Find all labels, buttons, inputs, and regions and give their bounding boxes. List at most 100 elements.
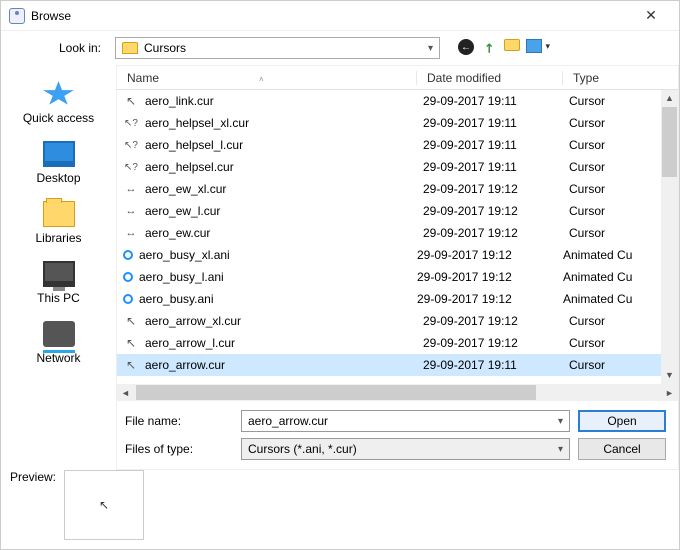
filter-dropdown[interactable]: Cursors (*.ani, *.cur) ▾ bbox=[241, 438, 570, 460]
file-row[interactable]: aero_link.cur29-09-2017 19:11Cursor bbox=[117, 90, 678, 112]
sidebar-label: Network bbox=[36, 351, 80, 365]
scroll-right-arrow-icon[interactable]: ► bbox=[661, 388, 678, 398]
column-headers: Name˄ Date modified Type bbox=[117, 66, 678, 90]
file-icon bbox=[123, 159, 139, 175]
chevron-down-icon: ▾ bbox=[558, 444, 563, 455]
views-button[interactable] bbox=[526, 39, 542, 53]
sidebar-item-libraries[interactable]: Libraries bbox=[1, 193, 116, 253]
titlebar: Browse ✕ bbox=[1, 1, 679, 31]
file-date: 29-09-2017 19:12 bbox=[417, 270, 563, 284]
file-row[interactable]: aero_arrow_l.cur29-09-2017 19:12Cursor bbox=[117, 332, 678, 354]
pc-icon bbox=[43, 261, 75, 287]
column-date[interactable]: Date modified bbox=[417, 71, 563, 85]
file-name: aero_arrow.cur bbox=[145, 358, 423, 372]
file-row[interactable]: aero_busy.ani29-09-2017 19:12Animated Cu bbox=[117, 288, 678, 310]
file-name: aero_arrow_xl.cur bbox=[145, 314, 423, 328]
file-icon bbox=[123, 137, 139, 153]
file-row[interactable]: aero_busy_l.ani29-09-2017 19:12Animated … bbox=[117, 266, 678, 288]
sidebar-label: Quick access bbox=[23, 111, 94, 125]
file-rows: aero_link.cur29-09-2017 19:11Cursoraero_… bbox=[117, 90, 678, 384]
file-name: aero_helpsel_xl.cur bbox=[145, 116, 423, 130]
chevron-down-icon: ▾ bbox=[558, 416, 563, 427]
preview-label: Preview: bbox=[10, 470, 56, 484]
file-name: aero_helpsel.cur bbox=[145, 160, 423, 174]
file-name: aero_ew_l.cur bbox=[145, 204, 423, 218]
filter-label: Files of type: bbox=[125, 442, 233, 456]
sidebar-label: Libraries bbox=[35, 231, 81, 245]
file-icon bbox=[123, 357, 139, 373]
file-date: 29-09-2017 19:11 bbox=[423, 94, 569, 108]
sidebar-item-network[interactable]: Network bbox=[1, 313, 116, 373]
file-date: 29-09-2017 19:11 bbox=[423, 116, 569, 130]
file-name: aero_busy.ani bbox=[139, 292, 417, 306]
cancel-button[interactable]: Cancel bbox=[578, 438, 666, 460]
file-name: aero_ew.cur bbox=[145, 226, 423, 240]
file-row[interactable]: aero_helpsel_xl.cur29-09-2017 19:11Curso… bbox=[117, 112, 678, 134]
scroll-thumb[interactable] bbox=[662, 107, 677, 177]
lookin-dropdown[interactable]: Cursors ▾ bbox=[115, 37, 440, 59]
sidebar-item-quick-access[interactable]: Quick access bbox=[1, 73, 116, 133]
sort-indicator-icon: ˄ bbox=[259, 75, 264, 84]
file-icon bbox=[123, 250, 133, 260]
lookin-label: Look in: bbox=[1, 41, 109, 55]
file-name: aero_busy_l.ani bbox=[139, 270, 417, 284]
scroll-up-arrow-icon[interactable]: ▲ bbox=[661, 90, 678, 107]
file-icon bbox=[123, 203, 139, 219]
file-date: 29-09-2017 19:12 bbox=[423, 204, 569, 218]
file-row[interactable]: aero_helpsel.cur29-09-2017 19:11Cursor bbox=[117, 156, 678, 178]
file-icon bbox=[123, 294, 133, 304]
lookin-row: Look in: Cursors ▾ ← ↗ bbox=[1, 31, 679, 65]
file-name: aero_arrow_l.cur bbox=[145, 336, 423, 350]
places-sidebar: Quick access Desktop Libraries This PC N… bbox=[1, 65, 116, 470]
scroll-thumb[interactable] bbox=[136, 385, 536, 400]
file-date: 29-09-2017 19:12 bbox=[417, 248, 563, 262]
window-title: Browse bbox=[31, 9, 71, 23]
file-date: 29-09-2017 19:12 bbox=[423, 182, 569, 196]
file-icon bbox=[123, 115, 139, 131]
sidebar-label: Desktop bbox=[36, 171, 80, 185]
file-icon bbox=[123, 93, 139, 109]
file-icon bbox=[123, 225, 139, 241]
preview-box: ↖ bbox=[64, 470, 144, 540]
up-one-level-button[interactable]: ↗ bbox=[476, 35, 501, 60]
sidebar-item-desktop[interactable]: Desktop bbox=[1, 133, 116, 193]
filename-value: aero_arrow.cur bbox=[248, 414, 328, 428]
scroll-left-arrow-icon[interactable]: ◄ bbox=[117, 388, 134, 398]
close-button[interactable]: ✕ bbox=[631, 7, 671, 24]
filename-input[interactable]: aero_arrow.cur ▾ bbox=[241, 410, 570, 432]
scroll-down-arrow-icon[interactable]: ▼ bbox=[661, 367, 678, 384]
filter-value: Cursors (*.ani, *.cur) bbox=[248, 442, 357, 456]
back-button[interactable]: ← bbox=[458, 39, 474, 55]
file-row[interactable]: aero_ew_l.cur29-09-2017 19:12Cursor bbox=[117, 200, 678, 222]
file-row[interactable]: aero_ew_xl.cur29-09-2017 19:12Cursor bbox=[117, 178, 678, 200]
file-row[interactable]: aero_arrow.cur29-09-2017 19:11Cursor bbox=[117, 354, 678, 376]
network-icon bbox=[43, 321, 75, 347]
vertical-scrollbar[interactable]: ▲ ▼ bbox=[661, 90, 678, 384]
app-icon bbox=[9, 8, 25, 24]
preview-area: Preview: ↖ bbox=[10, 470, 144, 540]
column-name[interactable]: Name˄ bbox=[117, 71, 417, 85]
horizontal-scrollbar[interactable]: ◄ ► bbox=[117, 384, 678, 401]
file-date: 29-09-2017 19:11 bbox=[423, 138, 569, 152]
chevron-down-icon: ▾ bbox=[428, 43, 433, 54]
sidebar-item-this-pc[interactable]: This PC bbox=[1, 253, 116, 313]
new-folder-button[interactable] bbox=[504, 39, 520, 51]
file-name: aero_helpsel_l.cur bbox=[145, 138, 423, 152]
file-date: 29-09-2017 19:12 bbox=[423, 336, 569, 350]
file-row[interactable]: aero_arrow_xl.cur29-09-2017 19:12Cursor bbox=[117, 310, 678, 332]
file-icon bbox=[123, 335, 139, 351]
bottom-controls: File name: aero_arrow.cur ▾ Open Files o… bbox=[117, 401, 678, 469]
column-type[interactable]: Type bbox=[563, 71, 678, 85]
star-icon bbox=[43, 81, 75, 107]
file-icon bbox=[123, 272, 133, 282]
file-name: aero_busy_xl.ani bbox=[139, 248, 417, 262]
lookin-value: Cursors bbox=[144, 41, 186, 55]
file-date: 29-09-2017 19:11 bbox=[423, 160, 569, 174]
file-row[interactable]: aero_ew.cur29-09-2017 19:12Cursor bbox=[117, 222, 678, 244]
sidebar-label: This PC bbox=[37, 291, 80, 305]
open-button[interactable]: Open bbox=[578, 410, 666, 432]
file-row[interactable]: aero_helpsel_l.cur29-09-2017 19:11Cursor bbox=[117, 134, 678, 156]
file-row[interactable]: aero_busy_xl.ani29-09-2017 19:12Animated… bbox=[117, 244, 678, 266]
folder-icon bbox=[122, 42, 138, 54]
file-date: 29-09-2017 19:12 bbox=[423, 226, 569, 240]
